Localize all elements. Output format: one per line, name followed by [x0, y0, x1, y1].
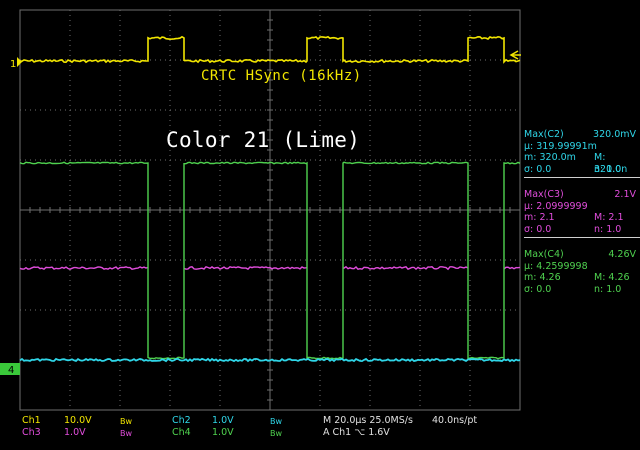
ch4-label: Ch4	[172, 427, 191, 438]
measurement-min: m: 4.26	[524, 272, 561, 283]
sample-interval-readout: 40.0ns/pt	[432, 415, 478, 426]
divider	[524, 177, 640, 178]
measurement-panel-c3: Max(C3) 2.1V µ: 2.0999999 m: 2.1 M: 2.1 σ:…	[524, 189, 640, 238]
measurement-count: n: 1.0	[594, 163, 622, 175]
ch4-ground-marker: 4	[0, 363, 20, 376]
channel-markers: 1 4	[0, 50, 521, 376]
svg-text:4: 4	[8, 365, 14, 376]
trigger-readout: A Ch1 ⌥ 1.6V	[323, 427, 390, 438]
ch3-blanking	[468, 262, 504, 274]
ch2-scale: 1.0V	[212, 415, 234, 426]
ch4-bw-limit: Bw	[270, 429, 283, 438]
measurement-panel-c4: Max(C4) 4.26V µ: 4.2599998 m: 4.26 M: 4.26…	[524, 249, 640, 295]
measurement-sigma: σ: 0.0	[524, 163, 552, 175]
ch3-blanking	[307, 262, 343, 274]
ch3-blanking	[148, 262, 184, 274]
ch1-scale: 10.0V	[64, 415, 92, 426]
ch2-bw-limit: Bw	[270, 417, 283, 426]
measurement-max: M: 2.1	[594, 212, 624, 223]
divider	[524, 237, 640, 238]
measurement-min: m: 2.1	[524, 212, 555, 223]
measurement-title: Max(C2)	[524, 129, 564, 140]
measurement-value: 4.26V	[608, 249, 636, 260]
ch2-label: Ch2	[172, 415, 191, 426]
measurement-sigma: σ: 0.0	[524, 223, 552, 235]
ch3-scale: 1.0V	[64, 427, 86, 438]
trace-label: CRTC HSync (16kHz)	[201, 68, 362, 84]
ch3-label: Ch3	[22, 427, 41, 438]
measurement-count: n: 1.0	[594, 223, 622, 235]
measurement-mean: µ: 2.0999999	[524, 200, 588, 212]
ch4-scale: 1.0V	[212, 427, 234, 438]
measurement-min: m: 320.0m	[524, 152, 576, 163]
measurement-sigma: σ: 0.0	[524, 283, 552, 295]
timebase-readout: M 20.0µs 25.0MS/s	[323, 415, 413, 426]
overlay-title: Color 21 (Lime)	[166, 128, 361, 152]
measurement-panel-c2: Max(C2) 320.0mV µ: 319.99991m m: 320.0m M:…	[524, 129, 640, 178]
measurement-value: 2.1V	[614, 189, 636, 200]
measurement-mean: µ: 4.2599998	[524, 260, 588, 272]
measurement-title: Max(C4)	[524, 249, 564, 260]
measurement-value: 320.0mV	[593, 129, 636, 140]
ch3-bw-limit: Bw	[120, 429, 133, 438]
svg-text:1: 1	[10, 59, 16, 70]
measurement-max: M: 4.26	[594, 272, 630, 283]
measurement-title: Max(C3)	[524, 189, 564, 200]
ch1-bw-limit: Bw	[120, 417, 133, 426]
measurement-mean: µ: 319.99991m	[524, 140, 597, 152]
ch1-label: Ch1	[22, 415, 41, 426]
measurement-count: n: 1.0	[594, 283, 622, 295]
